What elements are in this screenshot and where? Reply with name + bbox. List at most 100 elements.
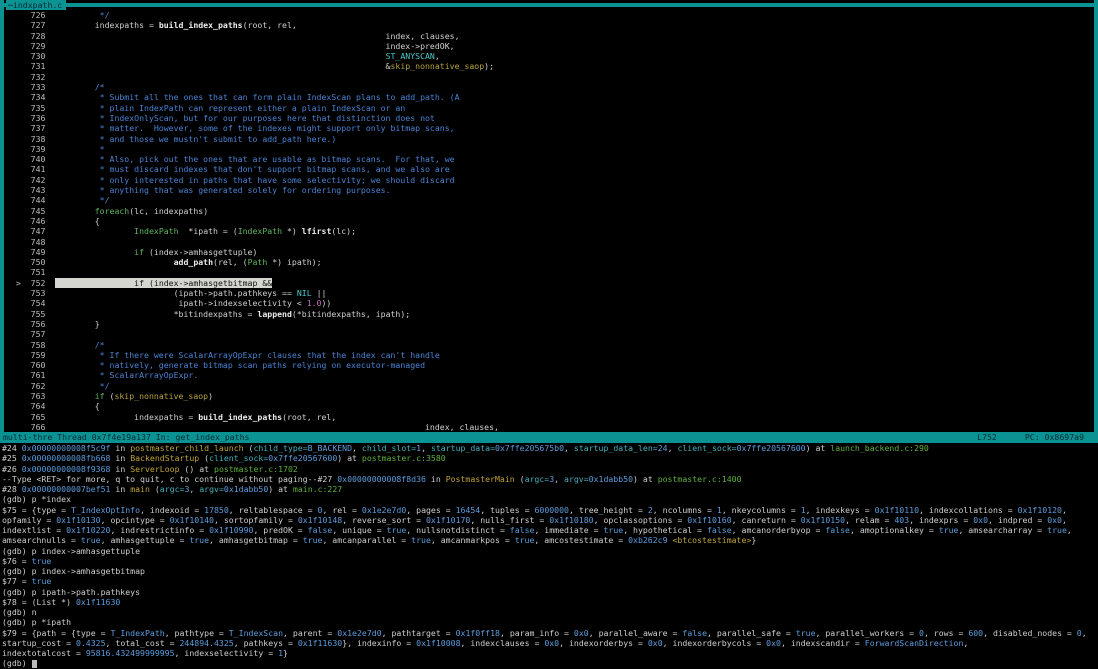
text-token: 0x1f10008 — [416, 638, 460, 648]
text-token: client_sock= — [209, 453, 268, 463]
source-line: 760 * natively, generate bitmap scan pat… — [4, 360, 1094, 370]
console-line: --Type <RET> for more, q to quit, c to c… — [0, 474, 1098, 484]
text-token: 0x1f10160 — [687, 515, 731, 525]
text-token: , tree_height = — [569, 505, 648, 515]
text-token: , — [668, 443, 678, 453]
line-number: 744 — [6, 195, 55, 205]
text-token — [55, 226, 134, 236]
source-code-text: * ScalarArrayOpExpr. — [55, 370, 198, 380]
status-thread-location: multi-thre Thread 0x7f4e19a137 In: get_i… — [3, 432, 977, 443]
line-number: 735 — [6, 103, 55, 113]
source-code-view[interactable]: 726 */ 727 indexpaths = build_index_path… — [4, 10, 1094, 432]
source-code-text: if (index->amhasgetbitmap && — [55, 278, 272, 288]
text-token: , canreturn = — [732, 515, 801, 525]
line-number: 755 — [6, 309, 55, 319]
line-number: 745 — [6, 206, 55, 216]
source-code-text: * anything that was generated solely for… — [55, 185, 390, 195]
text-token: , indexkeys = — [806, 505, 875, 515]
text-token: if — [95, 391, 105, 401]
source-code-text: index, clauses, — [55, 31, 459, 41]
text-token: 0x1f10990 — [209, 525, 253, 535]
text-token: T_IndexScan — [229, 628, 283, 638]
text-token: } — [55, 319, 99, 329]
source-line: 745 foreach(lc, indexpaths) — [4, 206, 1094, 216]
gdb-console-output[interactable]: #24 0x00000000008f5c9f in postmaster_chi… — [0, 443, 1098, 669]
source-code-text: * matter. However, some of the indexes m… — [55, 123, 454, 133]
source-line: 750 add_path(rel, (Path *) ipath); — [4, 257, 1094, 267]
text-token: 0x1e2e7d0 — [337, 628, 381, 638]
text-token: (gdb) p index->amhasgettuple — [2, 546, 140, 556]
line-number: 759 — [6, 350, 55, 360]
line-number: 729 — [6, 41, 55, 51]
text-token: 0.4325 — [76, 638, 106, 648]
source-code-text: index, clauses, — [55, 422, 499, 432]
line-number: 740 — [6, 154, 55, 164]
text-token: , parent = — [283, 628, 337, 638]
text-token: #24 — [2, 443, 17, 453]
text-token: , — [1062, 505, 1067, 515]
text-token: lfirst — [302, 226, 332, 236]
source-line: 762 */ — [4, 381, 1094, 391]
text-token: 0x1f10120 — [1018, 505, 1062, 515]
source-line: 757 — [4, 329, 1094, 339]
text-token: NIL — [297, 288, 312, 298]
text-token: (gdb) n — [2, 607, 37, 617]
line-number: 732 — [6, 72, 55, 82]
text-token: ( — [199, 453, 209, 463]
text-token: #28 — [2, 484, 17, 494]
line-number: 736 — [6, 113, 55, 123]
text-token: (index->amhasgetbitmap && — [144, 278, 272, 288]
text-token: , parallel_workers = — [816, 628, 920, 638]
source-code-text: { — [55, 401, 99, 411]
text-token: Path — [248, 257, 268, 267]
line-number: 762 — [6, 381, 55, 391]
text-token: in — [115, 453, 130, 463]
text-token: indextotalcost = — [2, 648, 86, 658]
text-token: 0x7ffe205675b0 — [495, 443, 564, 453]
text-token: , indexoid = — [140, 505, 204, 515]
text-token: } — [751, 535, 756, 545]
text-token: in — [115, 443, 130, 453]
line-number: 728 — [6, 31, 55, 41]
line-number: 730 — [6, 51, 55, 61]
text-token: true — [189, 535, 209, 545]
text-token: , sortopfamily = — [214, 515, 298, 525]
text-token: main — [130, 484, 150, 494]
source-code-text: * Also, pick out the ones that are usabl… — [55, 154, 454, 164]
line-number: 766 — [6, 422, 55, 432]
text-token — [55, 257, 173, 267]
console-line: #26 0x00000000008f9368 in ServerLoop () … — [0, 464, 1098, 474]
text-token: in — [115, 484, 130, 494]
text-token — [55, 206, 94, 216]
text-token: true — [515, 535, 535, 545]
text-token: true — [939, 525, 959, 535]
text-token: 0x00000000007bef51 — [22, 484, 111, 494]
source-line: 730 ST_ANYSCAN, — [4, 51, 1094, 61]
text-token — [55, 247, 134, 257]
source-line: > 752 if (index->amhasgetbitmap && — [4, 278, 1094, 288]
text-token: = {path = {type = — [17, 628, 111, 638]
text-token: (lc); — [331, 226, 356, 236]
text-token: skip_nonnative_saop — [391, 61, 485, 71]
text-token: #27 — [317, 474, 332, 484]
gdb-prompt-line[interactable]: (gdb) — [0, 658, 1098, 668]
source-code-text: if (index->amhasgettuple) — [55, 247, 257, 257]
text-token: foreach — [95, 206, 130, 216]
line-number: 754 — [6, 298, 55, 308]
source-code-text: /* — [55, 340, 104, 350]
line-number: 761 — [6, 370, 55, 380]
text-token: if — [134, 278, 144, 288]
text-token: 0x1dabb50 — [224, 484, 268, 494]
line-number: 748 — [6, 237, 55, 247]
source-code-text: */ — [55, 10, 109, 20]
terminal-cursor[interactable] — [32, 660, 37, 669]
text-token: , rel = — [322, 505, 361, 515]
source-line: 764 { — [4, 401, 1094, 411]
text-token: , reverse_sort = — [342, 515, 426, 525]
line-number: 739 — [6, 144, 55, 154]
text-token: 0x1f0ff18 — [456, 628, 500, 638]
console-line: $75 = {type = T_IndexOptInfo, indexoid =… — [0, 505, 1098, 515]
line-number: 738 — [6, 134, 55, 144]
text-token: , disabled_nodes = — [983, 628, 1077, 638]
text-token: (gdb) p *index — [2, 494, 71, 504]
